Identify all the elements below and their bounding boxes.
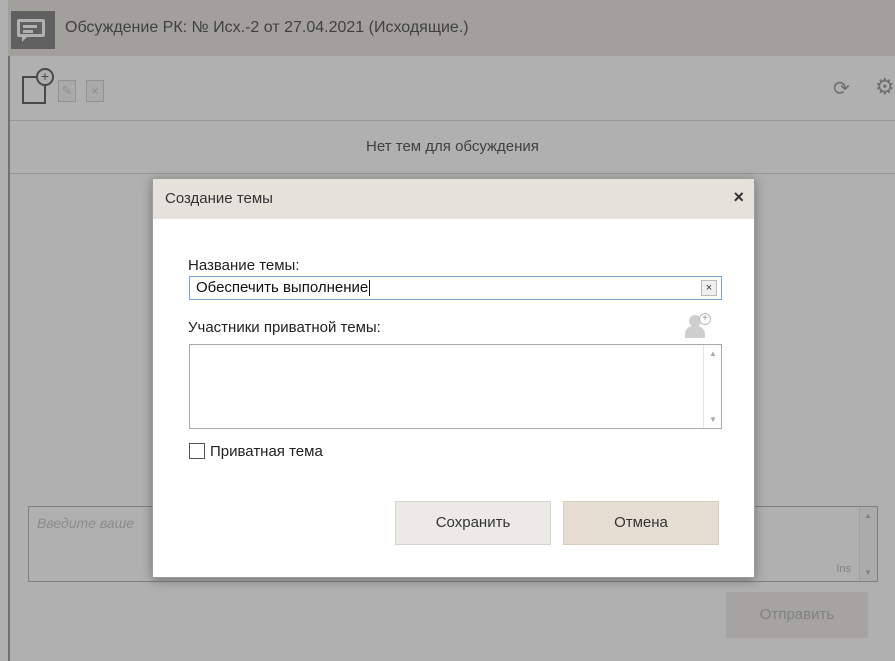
- members-label: Участники приватной темы:: [188, 319, 381, 336]
- save-button[interactable]: Сохранить: [395, 501, 551, 545]
- members-list[interactable]: ▲ ▼: [189, 344, 722, 429]
- create-topic-dialog: Создание темы × Название темы: Обеспечит…: [152, 178, 755, 578]
- private-checkbox[interactable]: [189, 443, 205, 459]
- scroll-up-icon[interactable]: ▲: [709, 349, 717, 358]
- topic-name-input[interactable]: Обеспечить выполнение ×: [189, 276, 722, 300]
- clear-icon[interactable]: ×: [701, 280, 717, 296]
- private-label[interactable]: Приватная тема: [210, 443, 323, 460]
- scroll-down-icon[interactable]: ▼: [709, 415, 717, 424]
- cancel-button[interactable]: Отмена: [563, 501, 719, 545]
- dialog-header: Создание темы ×: [153, 179, 754, 219]
- dialog-title: Создание темы: [165, 190, 273, 207]
- topic-name-label: Название темы:: [188, 257, 300, 274]
- text-caret: [369, 280, 371, 297]
- members-scrollbar[interactable]: ▲ ▼: [703, 345, 721, 428]
- topic-name-value: Обеспечить выполнение: [196, 279, 369, 296]
- add-member-icon[interactable]: +: [683, 313, 713, 341]
- close-icon[interactable]: ×: [733, 187, 744, 208]
